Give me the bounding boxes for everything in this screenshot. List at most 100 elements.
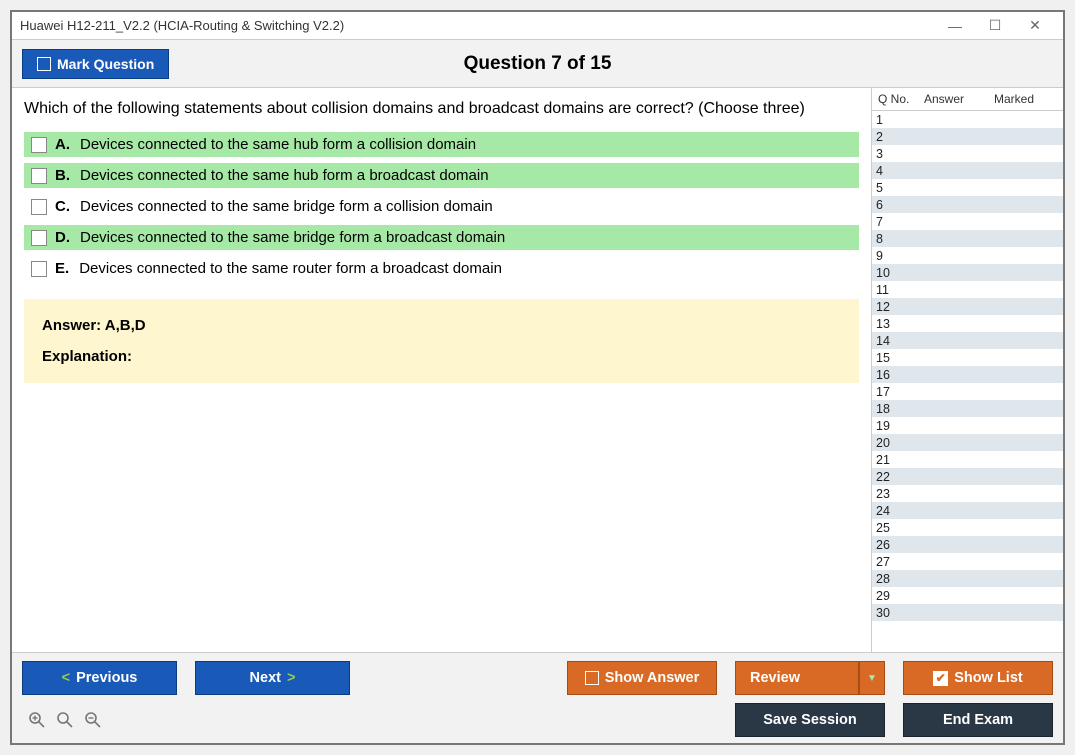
row-number: 18 [872,402,922,416]
question-counter: Question 7 of 15 [464,53,612,75]
question-list-row[interactable]: 14 [872,332,1063,349]
row-number: 25 [872,521,922,535]
question-list-row[interactable]: 26 [872,536,1063,553]
row-number: 15 [872,351,922,365]
option-row[interactable]: C.Devices connected to the same bridge f… [24,194,859,219]
row-number: 11 [872,283,922,297]
option-text: Devices connected to the same bridge for… [80,229,505,246]
minimize-icon[interactable]: — [935,13,975,39]
option-text: Devices connected to the same router for… [79,260,502,277]
question-list-row[interactable]: 29 [872,587,1063,604]
row-number: 8 [872,232,922,246]
chevron-down-icon: ▼ [867,673,877,684]
review-button-group: Review ▼ [735,661,885,695]
row-number: 13 [872,317,922,331]
chevron-right-icon: > [287,670,295,686]
option-checkbox[interactable] [31,168,47,184]
answer-box: Answer: A,B,D Explanation: [24,299,859,383]
option-checkbox[interactable] [31,261,47,277]
explanation-label: Explanation: [42,348,841,365]
question-list-row[interactable]: 27 [872,553,1063,570]
row-number: 1 [872,113,922,127]
footer: < Previous Next > Show Answer Review ▼ [12,652,1063,743]
option-row[interactable]: D. Devices connected to the same bridge f… [24,225,859,250]
check-icon: ✔ [933,671,948,686]
option-letter: B. [55,167,70,184]
show-list-label: Show List [954,670,1022,686]
question-list-row[interactable]: 16 [872,366,1063,383]
question-list-row[interactable]: 10 [872,264,1063,281]
header-bar: Mark Question Question 7 of 15 [12,40,1063,88]
question-list-row[interactable]: 17 [872,383,1063,400]
question-list-row[interactable]: 19 [872,417,1063,434]
question-list-row[interactable]: 15 [872,349,1063,366]
review-button[interactable]: Review [735,661,859,695]
question-list-row[interactable]: 2 [872,128,1063,145]
row-number: 7 [872,215,922,229]
option-checkbox[interactable] [31,230,47,246]
row-number: 26 [872,538,922,552]
question-list-row[interactable]: 7 [872,213,1063,230]
question-list-row[interactable]: 8 [872,230,1063,247]
footer-row-1: < Previous Next > Show Answer Review ▼ [22,661,1053,695]
question-list-row[interactable]: 30 [872,604,1063,621]
zoom-out-icon[interactable] [82,709,104,731]
maximize-icon[interactable]: ☐ [975,13,1015,39]
zoom-in-icon[interactable] [26,709,48,731]
question-list-row[interactable]: 23 [872,485,1063,502]
row-number: 9 [872,249,922,263]
question-list-row[interactable]: 12 [872,298,1063,315]
question-list-row[interactable]: 11 [872,281,1063,298]
question-list-row[interactable]: 6 [872,196,1063,213]
row-number: 2 [872,130,922,144]
question-list-row[interactable]: 13 [872,315,1063,332]
end-exam-button[interactable]: End Exam [903,703,1053,737]
col-answer: Answer [924,92,994,106]
question-list-row[interactable]: 28 [872,570,1063,587]
option-checkbox[interactable] [31,199,47,215]
col-qno: Q No. [874,92,924,106]
question-list-row[interactable]: 3 [872,145,1063,162]
show-answer-button[interactable]: Show Answer [567,661,717,695]
zoom-icon[interactable] [54,709,76,731]
app-window: Huawei H12-211_V2.2 (HCIA-Routing & Swit… [10,10,1065,745]
option-checkbox[interactable] [31,137,47,153]
review-label: Review [750,670,800,686]
row-number: 28 [872,572,922,586]
question-list-row[interactable]: 22 [872,468,1063,485]
question-list-row[interactable]: 18 [872,400,1063,417]
row-number: 3 [872,147,922,161]
mark-question-button[interactable]: Mark Question [22,49,169,79]
question-list-row[interactable]: 4 [872,162,1063,179]
main-panel: Which of the following statements about … [12,88,871,652]
row-number: 19 [872,419,922,433]
option-letter: D. [55,229,70,246]
row-number: 24 [872,504,922,518]
zoom-controls [22,709,104,731]
question-list-row[interactable]: 9 [872,247,1063,264]
end-exam-label: End Exam [943,712,1013,728]
option-row[interactable]: E.Devices connected to the same router f… [24,256,859,281]
show-answer-label: Show Answer [605,670,700,686]
question-list-row[interactable]: 1 [872,111,1063,128]
mark-checkbox-icon [37,57,51,71]
row-number: 5 [872,181,922,195]
close-icon[interactable]: ✕ [1015,13,1055,39]
row-number: 21 [872,453,922,467]
question-list-row[interactable]: 24 [872,502,1063,519]
option-row[interactable]: B.Devices connected to the same hub form… [24,163,859,188]
question-list-row[interactable]: 5 [872,179,1063,196]
row-number: 16 [872,368,922,382]
previous-button[interactable]: < Previous [22,661,177,695]
answer-line: Answer: A,B,D [42,317,841,334]
review-dropdown-button[interactable]: ▼ [859,661,885,695]
show-list-button[interactable]: ✔ Show List [903,661,1053,695]
question-list-row[interactable]: 21 [872,451,1063,468]
row-number: 14 [872,334,922,348]
save-session-button[interactable]: Save Session [735,703,885,737]
question-list[interactable]: 1234567891011121314151617181920212223242… [872,111,1063,652]
option-row[interactable]: A.Devices connected to the same hub form… [24,132,859,157]
question-list-row[interactable]: 25 [872,519,1063,536]
next-button[interactable]: Next > [195,661,350,695]
question-list-row[interactable]: 20 [872,434,1063,451]
